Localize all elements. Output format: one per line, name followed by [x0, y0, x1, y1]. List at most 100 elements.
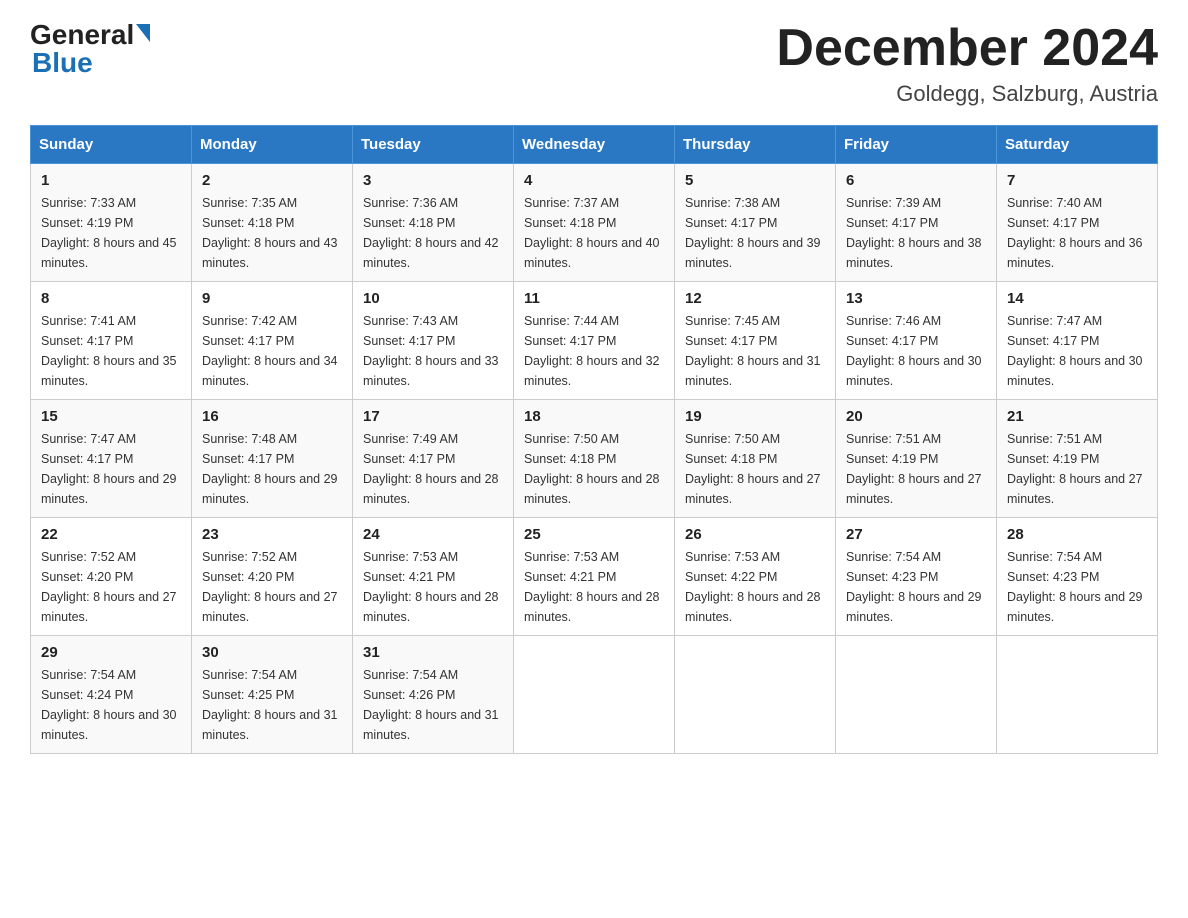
day-number: 22 — [41, 526, 181, 543]
col-thursday: Thursday — [675, 126, 836, 164]
day-info: Sunrise: 7:51 AMSunset: 4:19 PMDaylight:… — [1007, 432, 1143, 506]
col-tuesday: Tuesday — [353, 126, 514, 164]
col-sunday: Sunday — [31, 126, 192, 164]
calendar-week-row: 8 Sunrise: 7:41 AMSunset: 4:17 PMDayligh… — [31, 282, 1158, 400]
table-row: 22 Sunrise: 7:52 AMSunset: 4:20 PMDaylig… — [31, 518, 192, 636]
table-row: 16 Sunrise: 7:48 AMSunset: 4:17 PMDaylig… — [192, 400, 353, 518]
table-row: 8 Sunrise: 7:41 AMSunset: 4:17 PMDayligh… — [31, 282, 192, 400]
day-number: 2 — [202, 172, 342, 189]
table-row — [514, 636, 675, 754]
day-number: 12 — [685, 290, 825, 307]
day-info: Sunrise: 7:37 AMSunset: 4:18 PMDaylight:… — [524, 196, 660, 270]
day-number: 18 — [524, 408, 664, 425]
table-row: 11 Sunrise: 7:44 AMSunset: 4:17 PMDaylig… — [514, 282, 675, 400]
day-number: 28 — [1007, 526, 1147, 543]
logo-triangle-icon — [136, 24, 150, 42]
day-info: Sunrise: 7:54 AMSunset: 4:26 PMDaylight:… — [363, 668, 499, 742]
day-number: 29 — [41, 644, 181, 661]
day-number: 13 — [846, 290, 986, 307]
day-info: Sunrise: 7:39 AMSunset: 4:17 PMDaylight:… — [846, 196, 982, 270]
day-info: Sunrise: 7:47 AMSunset: 4:17 PMDaylight:… — [1007, 314, 1143, 388]
day-number: 27 — [846, 526, 986, 543]
day-number: 9 — [202, 290, 342, 307]
day-number: 24 — [363, 526, 503, 543]
day-info: Sunrise: 7:54 AMSunset: 4:23 PMDaylight:… — [1007, 550, 1143, 624]
table-row: 15 Sunrise: 7:47 AMSunset: 4:17 PMDaylig… — [31, 400, 192, 518]
day-number: 4 — [524, 172, 664, 189]
day-number: 26 — [685, 526, 825, 543]
day-number: 30 — [202, 644, 342, 661]
logo: General Blue — [30, 20, 150, 79]
day-info: Sunrise: 7:54 AMSunset: 4:23 PMDaylight:… — [846, 550, 982, 624]
day-info: Sunrise: 7:35 AMSunset: 4:18 PMDaylight:… — [202, 196, 338, 270]
calendar-week-row: 22 Sunrise: 7:52 AMSunset: 4:20 PMDaylig… — [31, 518, 1158, 636]
day-number: 23 — [202, 526, 342, 543]
page-header: General Blue December 2024 Goldegg, Salz… — [30, 20, 1158, 107]
calendar-week-row: 1 Sunrise: 7:33 AMSunset: 4:19 PMDayligh… — [31, 164, 1158, 282]
day-number: 3 — [363, 172, 503, 189]
col-saturday: Saturday — [997, 126, 1158, 164]
table-row: 10 Sunrise: 7:43 AMSunset: 4:17 PMDaylig… — [353, 282, 514, 400]
table-row: 28 Sunrise: 7:54 AMSunset: 4:23 PMDaylig… — [997, 518, 1158, 636]
table-row: 3 Sunrise: 7:36 AMSunset: 4:18 PMDayligh… — [353, 164, 514, 282]
day-number: 20 — [846, 408, 986, 425]
table-row: 14 Sunrise: 7:47 AMSunset: 4:17 PMDaylig… — [997, 282, 1158, 400]
day-info: Sunrise: 7:47 AMSunset: 4:17 PMDaylight:… — [41, 432, 177, 506]
day-info: Sunrise: 7:43 AMSunset: 4:17 PMDaylight:… — [363, 314, 499, 388]
table-row: 21 Sunrise: 7:51 AMSunset: 4:19 PMDaylig… — [997, 400, 1158, 518]
day-info: Sunrise: 7:49 AMSunset: 4:17 PMDaylight:… — [363, 432, 499, 506]
table-row: 2 Sunrise: 7:35 AMSunset: 4:18 PMDayligh… — [192, 164, 353, 282]
day-info: Sunrise: 7:40 AMSunset: 4:17 PMDaylight:… — [1007, 196, 1143, 270]
day-number: 10 — [363, 290, 503, 307]
day-info: Sunrise: 7:51 AMSunset: 4:19 PMDaylight:… — [846, 432, 982, 506]
day-number: 5 — [685, 172, 825, 189]
day-info: Sunrise: 7:52 AMSunset: 4:20 PMDaylight:… — [41, 550, 177, 624]
table-row — [997, 636, 1158, 754]
col-monday: Monday — [192, 126, 353, 164]
table-row — [675, 636, 836, 754]
month-title: December 2024 — [776, 20, 1158, 77]
day-number: 11 — [524, 290, 664, 307]
day-info: Sunrise: 7:54 AMSunset: 4:25 PMDaylight:… — [202, 668, 338, 742]
day-info: Sunrise: 7:36 AMSunset: 4:18 PMDaylight:… — [363, 196, 499, 270]
day-number: 31 — [363, 644, 503, 661]
day-info: Sunrise: 7:46 AMSunset: 4:17 PMDaylight:… — [846, 314, 982, 388]
day-number: 25 — [524, 526, 664, 543]
table-row: 25 Sunrise: 7:53 AMSunset: 4:21 PMDaylig… — [514, 518, 675, 636]
day-info: Sunrise: 7:53 AMSunset: 4:22 PMDaylight:… — [685, 550, 821, 624]
table-row: 6 Sunrise: 7:39 AMSunset: 4:17 PMDayligh… — [836, 164, 997, 282]
table-row — [836, 636, 997, 754]
table-row: 31 Sunrise: 7:54 AMSunset: 4:26 PMDaylig… — [353, 636, 514, 754]
table-row: 23 Sunrise: 7:52 AMSunset: 4:20 PMDaylig… — [192, 518, 353, 636]
table-row: 7 Sunrise: 7:40 AMSunset: 4:17 PMDayligh… — [997, 164, 1158, 282]
day-number: 1 — [41, 172, 181, 189]
calendar-week-row: 15 Sunrise: 7:47 AMSunset: 4:17 PMDaylig… — [31, 400, 1158, 518]
col-friday: Friday — [836, 126, 997, 164]
table-row: 17 Sunrise: 7:49 AMSunset: 4:17 PMDaylig… — [353, 400, 514, 518]
table-row: 24 Sunrise: 7:53 AMSunset: 4:21 PMDaylig… — [353, 518, 514, 636]
day-info: Sunrise: 7:45 AMSunset: 4:17 PMDaylight:… — [685, 314, 821, 388]
table-row: 9 Sunrise: 7:42 AMSunset: 4:17 PMDayligh… — [192, 282, 353, 400]
day-info: Sunrise: 7:50 AMSunset: 4:18 PMDaylight:… — [685, 432, 821, 506]
day-number: 7 — [1007, 172, 1147, 189]
day-info: Sunrise: 7:33 AMSunset: 4:19 PMDaylight:… — [41, 196, 177, 270]
day-info: Sunrise: 7:42 AMSunset: 4:17 PMDaylight:… — [202, 314, 338, 388]
day-info: Sunrise: 7:52 AMSunset: 4:20 PMDaylight:… — [202, 550, 338, 624]
day-info: Sunrise: 7:53 AMSunset: 4:21 PMDaylight:… — [524, 550, 660, 624]
table-row: 30 Sunrise: 7:54 AMSunset: 4:25 PMDaylig… — [192, 636, 353, 754]
day-info: Sunrise: 7:48 AMSunset: 4:17 PMDaylight:… — [202, 432, 338, 506]
calendar-title-area: December 2024 Goldegg, Salzburg, Austria — [776, 20, 1158, 107]
table-row: 12 Sunrise: 7:45 AMSunset: 4:17 PMDaylig… — [675, 282, 836, 400]
day-info: Sunrise: 7:50 AMSunset: 4:18 PMDaylight:… — [524, 432, 660, 506]
table-row: 20 Sunrise: 7:51 AMSunset: 4:19 PMDaylig… — [836, 400, 997, 518]
day-number: 8 — [41, 290, 181, 307]
table-row: 27 Sunrise: 7:54 AMSunset: 4:23 PMDaylig… — [836, 518, 997, 636]
day-info: Sunrise: 7:44 AMSunset: 4:17 PMDaylight:… — [524, 314, 660, 388]
day-number: 21 — [1007, 408, 1147, 425]
table-row: 29 Sunrise: 7:54 AMSunset: 4:24 PMDaylig… — [31, 636, 192, 754]
table-row: 13 Sunrise: 7:46 AMSunset: 4:17 PMDaylig… — [836, 282, 997, 400]
day-number: 16 — [202, 408, 342, 425]
calendar-table: Sunday Monday Tuesday Wednesday Thursday… — [30, 125, 1158, 754]
location-subtitle: Goldegg, Salzburg, Austria — [776, 81, 1158, 107]
calendar-week-row: 29 Sunrise: 7:54 AMSunset: 4:24 PMDaylig… — [31, 636, 1158, 754]
